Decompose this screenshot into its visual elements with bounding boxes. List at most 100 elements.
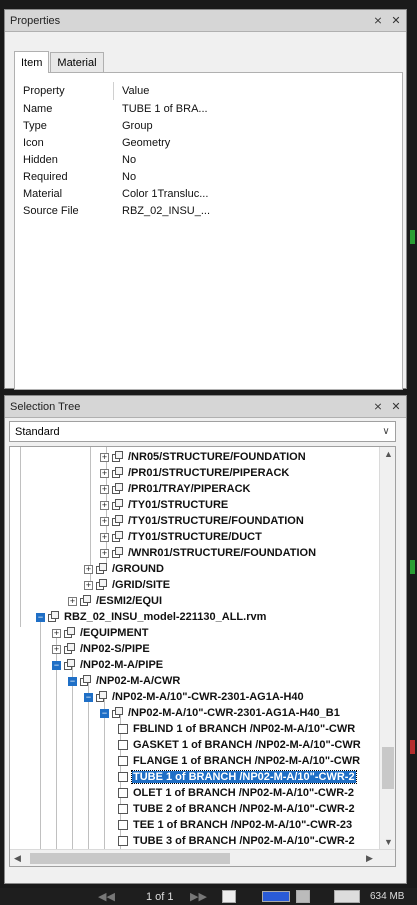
tree-item[interactable]: OLET 1 of BRANCH /NP02-M-A/10"-CWR-2 bbox=[116, 785, 355, 801]
horizontal-scroll-thumb[interactable] bbox=[30, 853, 230, 864]
property-key: Name bbox=[23, 102, 53, 115]
property-row-hidden[interactable]: Hidden No bbox=[15, 151, 402, 168]
tree-item[interactable]: + /ESMI2/EQUI bbox=[68, 593, 163, 609]
collapse-icon[interactable]: − bbox=[84, 692, 93, 702]
tree-item[interactable]: − /NP02-M-A/10"-CWR-2301-AG1A-H40 bbox=[84, 689, 305, 705]
tree-item-label: RBZ_02_INSU_model-221130_ALL.rvm bbox=[64, 611, 267, 623]
tree-item[interactable]: + /TY01/STRUCTURE/FOUNDATION bbox=[100, 513, 305, 529]
expand-icon[interactable]: + bbox=[84, 564, 93, 574]
geometry-icon bbox=[116, 819, 129, 831]
property-key: Hidden bbox=[23, 153, 58, 166]
tree-item[interactable]: GASKET 1 of BRANCH /NP02-M-A/10"-CWR bbox=[116, 737, 362, 753]
viewport-edge bbox=[410, 740, 415, 754]
tree-item[interactable]: + /PR01/STRUCTURE/PIPERACK bbox=[100, 465, 290, 481]
property-value: RBZ_02_INSU_... bbox=[122, 204, 211, 217]
vertical-scrollbar[interactable]: ▲ ▼ bbox=[379, 447, 395, 850]
tab-item[interactable]: Item bbox=[14, 51, 50, 73]
geometry-icon bbox=[116, 787, 129, 799]
pin-icon[interactable]: ⨯ bbox=[370, 399, 386, 415]
tree-item[interactable]: − RBZ_02_INSU_model-221130_ALL.rvm bbox=[36, 609, 267, 625]
collapse-icon[interactable]: − bbox=[36, 612, 45, 622]
page-next-icon[interactable]: ▶▶ bbox=[190, 890, 207, 903]
tree-item[interactable]: − /NP02-M-A/PIPE bbox=[52, 657, 164, 673]
property-column-header[interactable]: Property bbox=[15, 82, 114, 100]
property-row-source-file[interactable]: Source File RBZ_02_INSU_... bbox=[15, 202, 402, 219]
value-column-header[interactable]: Value bbox=[114, 85, 149, 97]
property-row-type[interactable]: Type Group bbox=[15, 117, 402, 134]
scroll-down-icon[interactable]: ▼ bbox=[384, 837, 393, 847]
tree-item[interactable]: − /NP02-M-A/CWR bbox=[68, 673, 181, 689]
chevron-down-icon[interactable]: ∨ bbox=[377, 426, 395, 437]
expand-icon[interactable]: + bbox=[100, 548, 109, 558]
geometry-icon bbox=[116, 739, 129, 751]
tree-item[interactable]: + /PR01/TRAY/PIPERACK bbox=[100, 481, 251, 497]
vertical-scroll-thumb[interactable] bbox=[382, 747, 394, 789]
tab-material[interactable]: Material bbox=[50, 52, 104, 73]
collapse-icon[interactable]: − bbox=[52, 660, 61, 670]
tree-item-label: TUBE 1 of BRANCH /NP02-M-A/10"-CWR-2 bbox=[131, 770, 357, 784]
tree-item[interactable]: + /NP02-S/PIPE bbox=[52, 641, 151, 657]
network-icon bbox=[334, 890, 360, 903]
tree-item[interactable]: + /WNR01/STRUCTURE/FOUNDATION bbox=[100, 545, 317, 561]
property-row-required[interactable]: Required No bbox=[15, 168, 402, 185]
tree-item[interactable]: FLANGE 1 of BRANCH /NP02-M-A/10"-CWR bbox=[116, 753, 361, 769]
scroll-up-icon[interactable]: ▲ bbox=[384, 449, 393, 459]
expand-icon[interactable]: + bbox=[100, 516, 109, 526]
tree-mode-dropdown[interactable]: Standard ∨ bbox=[9, 421, 396, 442]
status-bar: ◀◀ 1 of 1 ▶▶ 634 MB bbox=[0, 888, 417, 905]
close-icon[interactable]: ✕ bbox=[388, 13, 404, 29]
expand-icon[interactable]: + bbox=[84, 580, 93, 590]
tree-item[interactable]: TEE 1 of BRANCH /NP02-M-A/10"-CWR-23 bbox=[116, 817, 353, 833]
scroll-right-icon[interactable]: ▶ bbox=[366, 853, 373, 864]
property-value: Group bbox=[122, 119, 153, 132]
tree-item-label: FBLIND 1 of BRANCH /NP02-M-A/10"-CWR bbox=[133, 723, 356, 735]
tree-item[interactable]: − /NP02-M-A/10"-CWR-2301-AG1A-H40_B1 bbox=[100, 705, 341, 721]
properties-grid: Property Value Name TUBE 1 of BRA... Typ… bbox=[14, 72, 403, 390]
expand-icon[interactable]: + bbox=[100, 500, 109, 510]
expand-icon[interactable]: + bbox=[100, 484, 109, 494]
tree-item[interactable]: TUBE 2 of BRANCH /NP02-M-A/10"-CWR-2 bbox=[116, 801, 356, 817]
tree-item[interactable]: + /GRID/SITE bbox=[84, 577, 171, 593]
tree-item[interactable]: + /NR05/STRUCTURE/FOUNDATION bbox=[100, 449, 307, 465]
tree-item[interactable]: + /TY01/STRUCTURE/DUCT bbox=[100, 529, 263, 545]
tree-item-label: OLET 1 of BRANCH /NP02-M-A/10"-CWR-2 bbox=[133, 787, 354, 799]
tree-item-label: /PR01/TRAY/PIPERACK bbox=[128, 483, 251, 495]
expand-icon[interactable]: + bbox=[68, 596, 77, 606]
tree-item-label: FLANGE 1 of BRANCH /NP02-M-A/10"-CWR bbox=[133, 755, 361, 767]
horizontal-scrollbar[interactable]: ◀ ▶ bbox=[10, 849, 395, 866]
property-value: Color 1Transluc... bbox=[122, 187, 209, 200]
tree-item[interactable]: + /GROUND bbox=[84, 561, 165, 577]
tree-item[interactable]: + /EQUIPMENT bbox=[52, 625, 149, 641]
property-row-icon[interactable]: Icon Geometry bbox=[15, 134, 402, 151]
property-key: Material bbox=[23, 187, 63, 200]
properties-panel: Properties ⨯ ✕ Item Material Property Va… bbox=[4, 9, 407, 390]
memory-usage: 634 MB bbox=[370, 891, 405, 902]
expand-icon[interactable]: + bbox=[52, 644, 61, 654]
tree-item-label: GASKET 1 of BRANCH /NP02-M-A/10"-CWR bbox=[133, 739, 361, 751]
collapse-icon[interactable]: − bbox=[100, 708, 109, 718]
tree-item[interactable]: TUBE 3 of BRANCH /NP02-M-A/10"-CWR-2 bbox=[116, 833, 356, 849]
tree-item[interactable]: TUBE 1 of BRANCH /NP02-M-A/10"-CWR-2 bbox=[116, 769, 357, 785]
group-icon bbox=[111, 499, 124, 511]
geometry-icon bbox=[116, 803, 129, 815]
pin-icon[interactable]: ⨯ bbox=[370, 13, 386, 29]
page-prev-icon[interactable]: ◀◀ bbox=[98, 890, 115, 903]
scroll-left-icon[interactable]: ◀ bbox=[14, 853, 21, 864]
group-icon bbox=[63, 643, 76, 655]
expand-icon[interactable]: + bbox=[100, 452, 109, 462]
expand-icon[interactable]: + bbox=[52, 628, 61, 638]
sheet-icon[interactable] bbox=[222, 890, 236, 903]
property-row-material[interactable]: Material Color 1Transluc... bbox=[15, 185, 402, 202]
tree-item-label: /ESMI2/EQUI bbox=[96, 595, 163, 607]
property-value: No bbox=[122, 170, 137, 183]
group-icon bbox=[95, 579, 108, 591]
close-icon[interactable]: ✕ bbox=[388, 399, 404, 415]
expand-icon[interactable]: + bbox=[100, 532, 109, 542]
group-icon bbox=[95, 563, 108, 575]
tree-item[interactable]: FBLIND 1 of BRANCH /NP02-M-A/10"-CWR bbox=[116, 721, 356, 737]
property-row-name[interactable]: Name TUBE 1 of BRA... bbox=[15, 100, 402, 117]
collapse-icon[interactable]: − bbox=[68, 676, 77, 686]
properties-header: Property Value bbox=[15, 82, 402, 100]
expand-icon[interactable]: + bbox=[100, 468, 109, 478]
tree-item[interactable]: + /TY01/STRUCTURE bbox=[100, 497, 229, 513]
